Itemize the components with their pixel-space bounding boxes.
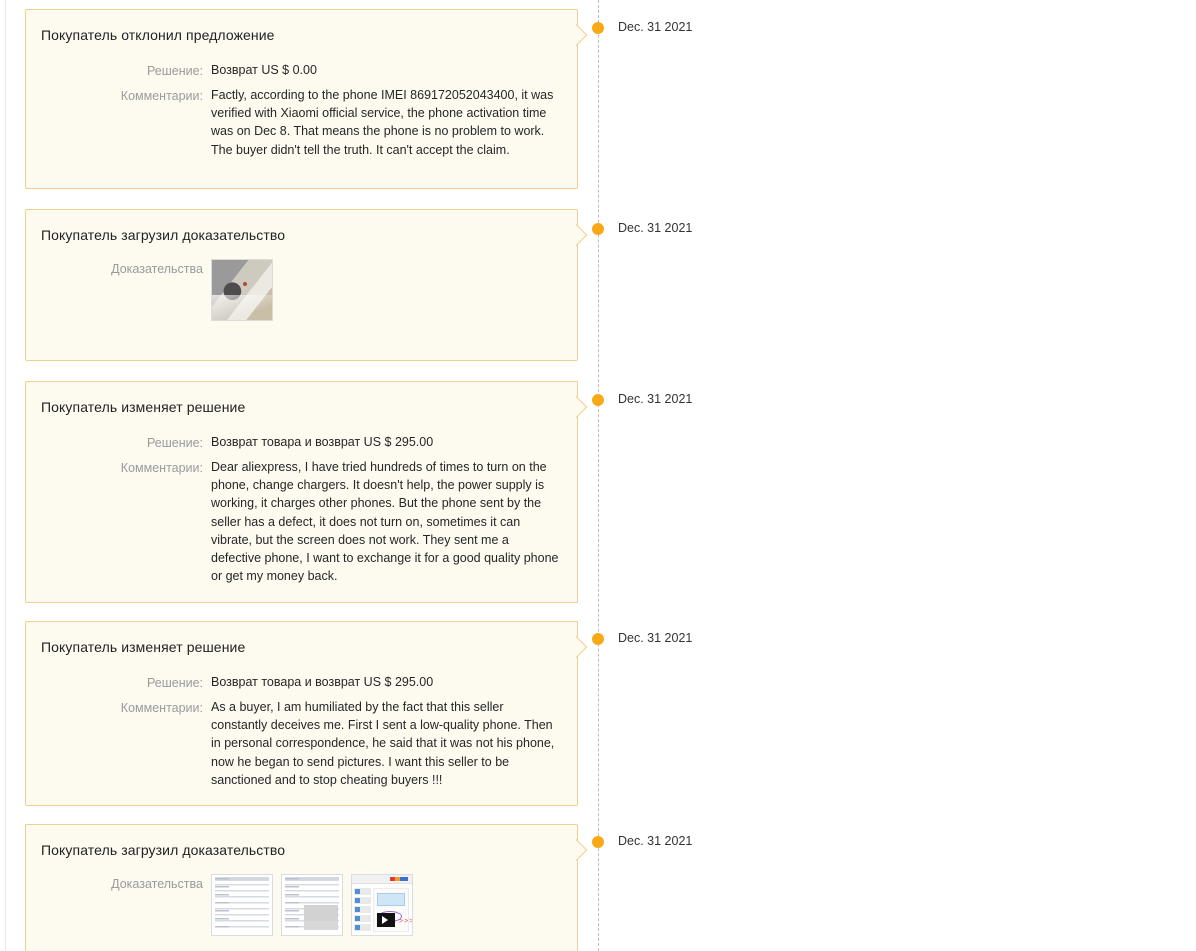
evidence-thumbnail-list: [211, 259, 273, 321]
evidence-label: Доказательства: [111, 262, 203, 276]
timeline-card: Покупатель загрузил доказательство Доказа…: [25, 209, 578, 361]
evidence-row: Доказательства >>>: [26, 874, 561, 936]
page-left-rule: [5, 0, 6, 951]
comments-value: Dear aliexpress, I have tried hundreds o…: [211, 460, 559, 584]
timeline-marker-dot: [592, 633, 604, 645]
document-thumb-blk2: [304, 921, 338, 930]
chat-thumb-pane: >>>: [373, 888, 412, 932]
document-thumb-col: [285, 878, 299, 932]
timeline-date: Dec. 31 2021: [618, 834, 693, 848]
comments-label: Комментарии:: [120, 89, 203, 103]
chat-thumb-topbar: [352, 875, 412, 884]
timeline-card: Покупатель отклонил предложение Решение: В…: [25, 9, 578, 189]
card-body: Решение: Возврат US $ 0.00 Комментарии: Fac…: [26, 45, 577, 175]
document-thumb-col: [215, 878, 229, 932]
chat-thumb-vid: [377, 913, 395, 927]
resolution-row: Решение: Возврат товара и возврат US $ 29…: [26, 433, 561, 452]
resolution-value: Возврат товара и возврат US $ 295.00: [211, 675, 434, 689]
timeline-card: Покупатель изменяет решение Решение: Возвр…: [25, 381, 578, 603]
card-body: Решение: Возврат товара и возврат US $ 29…: [26, 657, 577, 805]
card-pointer-icon: [576, 224, 589, 246]
timeline-card: Покупатель загрузил доказательство Доказа…: [25, 824, 578, 951]
photo-sheen: [212, 294, 272, 320]
card-title: Покупатель изменяет решение: [41, 639, 246, 655]
timeline-marker-dot: [592, 836, 604, 848]
resolution-label: Решение:: [146, 676, 203, 690]
evidence-thumbnail[interactable]: [211, 259, 273, 321]
evidence-thumbnail[interactable]: [211, 874, 273, 936]
timeline-date: Dec. 31 2021: [618, 221, 693, 235]
resolution-row: Решение: Возврат US $ 0.00: [26, 61, 561, 80]
card-pointer-icon: [576, 636, 589, 658]
comments-row: Комментарии: Factly, according to the pho…: [26, 86, 561, 159]
evidence-thumbnail-list: >>>: [211, 874, 413, 936]
card-title: Покупатель отклонил предложение: [41, 27, 275, 43]
timeline-date: Dec. 31 2021: [618, 392, 693, 406]
resolution-value: Возврат товара и возврат US $ 295.00: [211, 435, 434, 449]
evidence-thumbnail[interactable]: >>>: [351, 874, 413, 936]
card-body: Доказательства: [26, 245, 577, 337]
timeline-spine: [598, 0, 599, 951]
comments-label: Комментарии:: [120, 461, 203, 475]
comments-label: Комментарии:: [120, 701, 203, 715]
card-title: Покупатель загрузил доказательство: [41, 842, 286, 858]
evidence-thumbnail[interactable]: [281, 874, 343, 936]
comments-row: Комментарии: Dear aliexpress, I have trie…: [26, 458, 561, 585]
timeline-marker-dot: [592, 394, 604, 406]
resolution-value: Возврат US $ 0.00: [211, 63, 317, 77]
card-pointer-icon: [576, 396, 589, 418]
evidence-row: Доказательства: [26, 259, 561, 321]
comments-value: Factly, according to the phone IMEI 8691…: [211, 88, 554, 157]
card-title: Покупатель загрузил доказательство: [41, 227, 286, 243]
timeline-marker-dot: [592, 223, 604, 235]
chat-thumb-leftcol: [354, 888, 371, 932]
dispute-timeline-page: Покупатель отклонил предложение Решение: В…: [0, 0, 1196, 951]
resolution-label: Решение:: [146, 436, 203, 450]
chat-thumb-annotation: >>>: [399, 918, 413, 925]
evidence-label: Доказательства: [111, 877, 203, 891]
card-body: Доказательства >>>: [26, 860, 577, 951]
comments-value: As a buyer, I am humiliated by the fact …: [211, 700, 555, 787]
resolution-label: Решение:: [146, 64, 203, 78]
timeline-card: Покупатель изменяет решение Решение: Возвр…: [25, 621, 578, 807]
card-body: Решение: Возврат товара и возврат US $ 29…: [26, 417, 577, 601]
card-pointer-icon: [576, 24, 589, 46]
card-title: Покупатель изменяет решение: [41, 399, 246, 415]
comments-row: Комментарии: As a buyer, I am humiliated …: [26, 698, 561, 789]
chat-thumb-bubble: [377, 893, 405, 906]
timeline-marker-dot: [592, 22, 604, 34]
timeline-date: Dec. 31 2021: [618, 20, 693, 34]
card-pointer-icon: [576, 839, 589, 861]
resolution-row: Решение: Возврат товара и возврат US $ 29…: [26, 673, 561, 692]
timeline-date: Dec. 31 2021: [618, 631, 693, 645]
